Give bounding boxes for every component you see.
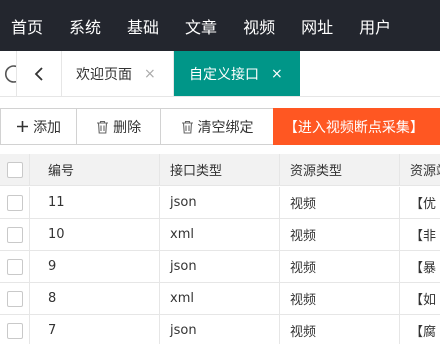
table-row[interactable]: 8 xml 视频 【如 bbox=[0, 283, 440, 315]
refresh-icon bbox=[5, 64, 16, 83]
back-button[interactable] bbox=[17, 51, 62, 96]
delete-button[interactable]: 删除 bbox=[76, 108, 162, 145]
cell-resource-site: 【如 bbox=[410, 293, 437, 308]
header-resource-site: 资源站 bbox=[410, 164, 440, 179]
cell-resource-type: 视频 bbox=[280, 251, 400, 282]
header-api-type: 接口类型 bbox=[160, 154, 280, 185]
table-header: 编号 接口类型 资源类型 资源站 bbox=[0, 154, 440, 186]
nav-article[interactable]: 文章 bbox=[185, 14, 217, 38]
select-all-checkbox[interactable] bbox=[6, 161, 23, 178]
close-icon[interactable]: × bbox=[144, 66, 156, 82]
row-checkbox[interactable] bbox=[6, 194, 23, 211]
cell-api-type: json bbox=[160, 315, 280, 344]
cell-resource-type: 视频 bbox=[280, 219, 400, 250]
row-checkbox[interactable] bbox=[6, 226, 23, 243]
cell-resource-site: 【非 bbox=[410, 229, 437, 244]
chevron-left-icon bbox=[34, 66, 43, 81]
clear-binding-button[interactable]: 清空绑定 bbox=[160, 108, 274, 145]
table-row[interactable]: 11 json 视频 【优 bbox=[0, 187, 440, 219]
table-row[interactable]: 9 json 视频 【暴 bbox=[0, 251, 440, 283]
cell-resource-site: 【暴 bbox=[410, 261, 437, 276]
row-checkbox[interactable] bbox=[6, 290, 23, 307]
cell-resource-type: 视频 bbox=[280, 187, 400, 218]
add-button[interactable]: 添加 bbox=[0, 108, 78, 145]
cell-resource-site: 【优 bbox=[410, 197, 437, 212]
cell-resource-type: 视频 bbox=[280, 283, 400, 314]
add-button-label: 添加 bbox=[33, 119, 62, 136]
nav-system[interactable]: 系统 bbox=[69, 14, 101, 38]
tab-welcome[interactable]: 欢迎页面 × bbox=[62, 51, 174, 96]
close-icon[interactable]: × bbox=[271, 66, 283, 82]
plus-icon bbox=[16, 120, 29, 133]
nav-user[interactable]: 用户 bbox=[359, 14, 391, 38]
cell-api-type: json bbox=[160, 251, 280, 282]
cell-id: 11 bbox=[30, 187, 160, 218]
cell-resource-type: 视频 bbox=[280, 315, 400, 344]
video-breakpoint-collect-label: 【进入视频断点采集】 bbox=[283, 119, 424, 136]
table-row[interactable]: 7 json 视频 【腐 bbox=[0, 315, 440, 344]
cell-id: 7 bbox=[30, 315, 160, 344]
nav-home[interactable]: 首页 bbox=[11, 14, 43, 38]
clear-binding-button-label: 清空绑定 bbox=[197, 119, 254, 136]
toolbar: 添加 删除 清空绑定 【进入视频断点采集】 bbox=[0, 108, 440, 145]
tab-bar: 欢迎页面 × 自定义接口 × bbox=[0, 51, 440, 97]
tab-custom-api-label: 自定义接口 bbox=[189, 66, 259, 83]
trash-icon bbox=[181, 120, 194, 134]
header-resource-type: 资源类型 bbox=[280, 154, 400, 185]
cell-api-type: xml bbox=[160, 219, 280, 250]
cell-api-type: xml bbox=[160, 283, 280, 314]
cell-id: 8 bbox=[30, 283, 160, 314]
video-breakpoint-collect-button[interactable]: 【进入视频断点采集】 bbox=[272, 108, 440, 145]
trash-icon bbox=[96, 120, 109, 134]
delete-button-label: 删除 bbox=[113, 119, 142, 136]
table-row[interactable]: 10 xml 视频 【非 bbox=[0, 219, 440, 251]
nav-video[interactable]: 视频 bbox=[243, 14, 275, 38]
cell-id: 9 bbox=[30, 251, 160, 282]
nav-website[interactable]: 网址 bbox=[301, 14, 333, 38]
cell-resource-site: 【腐 bbox=[410, 325, 437, 340]
cell-id: 10 bbox=[30, 219, 160, 250]
tab-custom-api[interactable]: 自定义接口 × bbox=[174, 51, 300, 96]
cell-api-type: json bbox=[160, 187, 280, 218]
row-checkbox[interactable] bbox=[6, 258, 23, 275]
tab-welcome-label: 欢迎页面 bbox=[76, 66, 132, 83]
row-checkbox[interactable] bbox=[6, 322, 23, 339]
nav-basic[interactable]: 基础 bbox=[127, 14, 159, 38]
top-navbar: 首页 系统 基础 文章 视频 网址 用户 bbox=[0, 0, 440, 51]
refresh-button[interactable] bbox=[0, 51, 17, 96]
header-id: 编号 bbox=[30, 154, 160, 185]
